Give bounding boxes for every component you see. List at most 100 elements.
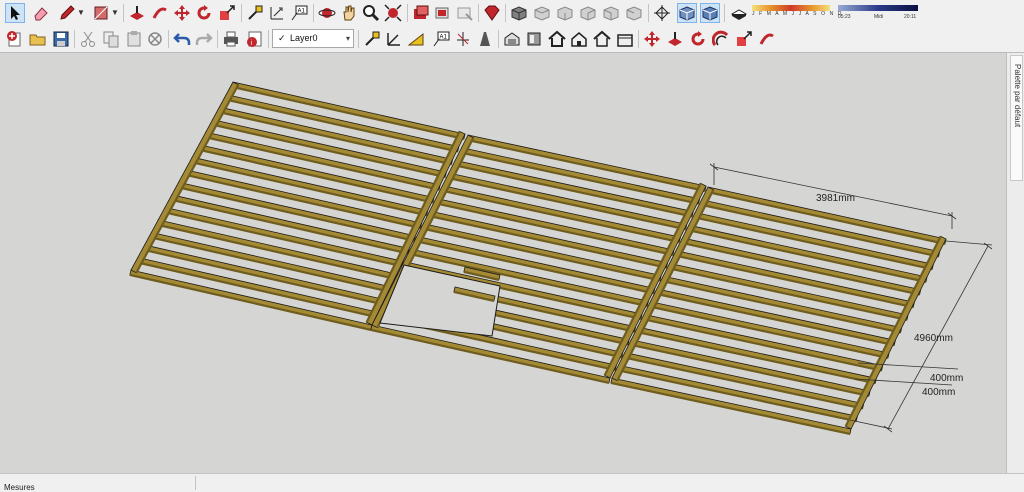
back-view-icon[interactable] [601,3,621,23]
wireframe-style-icon[interactable] [700,3,720,23]
orbit-icon[interactable] [317,3,337,23]
separator [407,4,408,22]
separator [648,4,649,22]
push-pull-2-icon[interactable] [665,29,685,49]
joist-beam-side [466,138,706,192]
svg-text:A1: A1 [440,35,448,41]
toolbar-row-1: ▼ ▼ A1 J F M A M J J A S O N D 05:23 Mid… [0,0,1024,26]
house-2-icon[interactable] [592,29,612,49]
tape-measure-2-icon[interactable] [362,29,382,49]
separator [123,4,124,22]
house-3-icon[interactable] [615,29,635,49]
warehouse-icon[interactable] [502,29,522,49]
zoom-extents-icon[interactable] [383,3,403,23]
separator [498,30,499,48]
joist-beam-side [231,85,465,140]
shadow-toggle-icon[interactable] [729,3,749,23]
right-view-icon[interactable] [578,3,598,23]
dimension-length-label: 4960mm [914,333,953,344]
rectangle-dropdown-icon[interactable]: ▼ [111,3,119,23]
separator [168,30,169,48]
zoom-icon[interactable] [361,3,381,23]
text-icon[interactable]: A1 [289,3,309,23]
undo-icon[interactable] [172,29,192,49]
move-icon[interactable] [172,3,192,23]
tape-measure-icon[interactable] [245,3,265,23]
paste-icon[interactable] [124,29,144,49]
dimension-line-width [713,166,953,217]
layer-name: Layer0 [290,33,318,43]
rotate-2-icon[interactable] [688,29,708,49]
rotate-icon[interactable] [194,3,214,23]
protractor-icon[interactable] [406,29,426,49]
offset-icon[interactable] [711,29,731,49]
print-icon[interactable] [221,29,241,49]
svg-text:A1: A1 [298,9,306,15]
shadow-settings-panel: J F M A M J J A S O N D 05:23 Midi 20:11 [752,5,920,23]
component-icon[interactable] [411,3,431,23]
pan-icon[interactable] [339,3,359,23]
redo-icon[interactable] [194,29,214,49]
new-model-icon[interactable] [5,29,25,49]
toolbar-row-2: i ✓ Layer0 ▾ A1 [0,26,1024,53]
time-start-label: 05:23 [838,14,851,20]
month-labels: J F M A M J J A S O N D [752,11,843,17]
open-icon[interactable] [28,29,48,49]
ruby-icon[interactable] [482,3,502,23]
model-viewport[interactable]: 3981mm 4960mm 400mm 400mm [0,53,1006,473]
separator [358,30,359,48]
status-divider [195,476,196,490]
scale-icon[interactable] [217,3,237,23]
pencil-icon[interactable] [57,3,77,23]
separator [268,30,269,48]
tray-label: Palette par défaut [1013,64,1022,128]
move-2-icon[interactable] [642,29,662,49]
extension-icon[interactable] [524,29,544,49]
dimension-icon[interactable] [267,3,287,23]
chevron-down-icon: ▾ [345,34,350,43]
joist-group [129,81,947,435]
section-icon[interactable] [455,3,475,23]
floor-frame-model[interactable]: 3981mm 4960mm 400mm 400mm [0,53,1006,473]
camera-position-icon[interactable] [652,3,672,23]
separator [74,30,75,48]
scale-2-icon[interactable] [734,29,754,49]
left-view-icon[interactable] [624,3,644,23]
text-2-icon[interactable]: A1 [431,29,451,49]
paint-bucket-icon[interactable] [433,3,453,23]
axes-icon[interactable] [384,29,404,49]
separator [478,4,479,22]
dimension-spacing-1-label: 400mm [930,373,963,384]
rectangle-icon[interactable] [91,3,111,23]
follow-me-2-icon[interactable] [757,29,777,49]
time-slider[interactable] [838,5,918,11]
layer-dropdown[interactable]: ✓ Layer0 ▾ [272,29,354,48]
top-view-icon[interactable] [532,3,552,23]
save-icon[interactable] [51,29,71,49]
separator [313,4,314,22]
eraser-icon[interactable] [31,3,51,23]
delete-icon[interactable] [145,29,165,49]
house-icon[interactable] [547,29,567,49]
house-outline-icon[interactable] [569,29,589,49]
axes-2-icon[interactable] [453,29,473,49]
copy-icon[interactable] [101,29,121,49]
xray-style-icon[interactable] [677,3,697,23]
section-plane-icon[interactable] [475,29,495,49]
follow-me-icon[interactable] [150,3,170,23]
pencil-dropdown-icon[interactable]: ▼ [77,3,85,23]
default-tray[interactable]: Palette par défaut [1006,53,1024,473]
separator [505,4,506,22]
tray-tab[interactable]: Palette par défaut [1010,55,1023,181]
cut-icon[interactable] [78,29,98,49]
status-bar: Mesures [0,473,1024,492]
iso-view-icon[interactable] [509,3,529,23]
layer-check-icon: ✓ [278,33,286,43]
separator [724,4,725,22]
model-info-icon[interactable]: i [245,29,265,49]
push-pull-icon[interactable] [127,3,147,23]
time-end-label: 20:11 [904,14,917,20]
front-view-icon[interactable] [555,3,575,23]
dimension-spacing-2-label: 400mm [922,387,955,398]
select-icon[interactable] [5,3,25,23]
